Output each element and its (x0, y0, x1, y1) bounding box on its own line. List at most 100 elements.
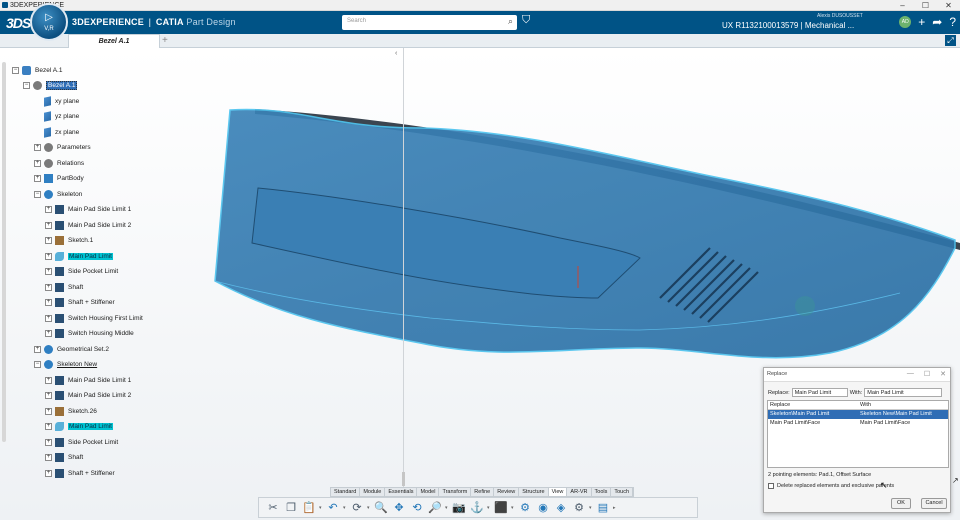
tree-node[interactable]: + Shaft (45, 452, 83, 464)
minimize-button[interactable]: – (891, 0, 914, 11)
tree-expander[interactable]: + (45, 469, 52, 477)
tree-node[interactable]: + Switch Housing Middle (45, 328, 134, 340)
chevron-down-icon[interactable]: ▾ (319, 505, 323, 511)
search-input[interactable]: Search ⌕ (342, 15, 517, 30)
tree-node[interactable]: yz plane (34, 111, 79, 123)
tree-node[interactable]: + Switch Housing First Limit (45, 312, 143, 324)
properties-icon[interactable]: ⚙ (517, 500, 533, 516)
tree-node[interactable]: + Main Pad Side Limit 1 (45, 374, 131, 386)
robot-handle[interactable] (795, 296, 815, 316)
cancel-button[interactable]: Cancel (921, 498, 947, 509)
tree-node[interactable]: − Bezel A.1 (23, 80, 78, 92)
material-icon[interactable]: ◉ (535, 500, 551, 516)
tree-expander[interactable]: + (45, 376, 52, 384)
tree-expander[interactable]: + (45, 237, 52, 244)
tag-icon[interactable]: ⛉ (522, 14, 530, 27)
tree-expander[interactable]: + (34, 159, 41, 167)
tree-expander[interactable]: + (45, 221, 52, 229)
replace-field[interactable]: Main Pad Limit (791, 388, 848, 397)
tree-node[interactable]: + Main Pad Side Limit 1 (45, 204, 131, 216)
section-tab[interactable]: Touch (611, 488, 634, 496)
tree-node[interactable]: + Parameters (34, 142, 91, 154)
tree-expander[interactable]: − (34, 361, 41, 368)
tree-expander[interactable]: + (45, 268, 52, 275)
tree-divider[interactable] (403, 48, 404, 488)
delete-replaced-checkbox[interactable] (768, 483, 774, 489)
section-tab[interactable]: Essentials (385, 488, 418, 496)
chevron-down-icon[interactable]: ▾ (589, 505, 593, 511)
chevron-down-icon[interactable]: ▾ (367, 505, 371, 511)
chevron-down-icon[interactable]: ▾ (487, 505, 491, 511)
tree-node[interactable]: + Main Pad Side Limit 2 (45, 219, 131, 231)
pan-icon[interactable]: ✥ (391, 500, 407, 516)
dialog-title-bar[interactable]: Replace — ☐ ✕ (764, 368, 950, 382)
compass-widget[interactable]: ▷ V,R (30, 3, 68, 41)
add-tab-button[interactable]: + (162, 34, 168, 47)
tree-expander[interactable]: + (45, 299, 52, 306)
compass-arrow-icon[interactable]: ↗ (952, 476, 959, 485)
viewport-scroll-handle[interactable] (402, 472, 405, 486)
tree-expander[interactable]: + (45, 407, 52, 415)
copy-icon[interactable]: ❐ (283, 500, 299, 516)
tree-node[interactable]: + Side Pocket Limit (45, 436, 118, 448)
close-icon[interactable]: ✕ (940, 370, 946, 378)
replace-table[interactable]: Replace With Skeleton\Main Pad Limit Ske… (767, 400, 949, 468)
tree-expander[interactable]: + (45, 454, 52, 461)
tree-node[interactable]: − Skeleton (34, 188, 82, 200)
section-tab[interactable]: Transform (439, 488, 472, 496)
undo-icon[interactable]: ↶ (325, 500, 341, 516)
rotate-icon[interactable]: ⟲ (409, 500, 425, 516)
tree-node[interactable]: xy plane (34, 95, 79, 107)
section-tab[interactable]: Module (360, 488, 386, 496)
avatar[interactable]: AD (899, 16, 912, 28)
tree-expander[interactable]: + (45, 438, 52, 446)
table-row[interactable]: Skeleton\Main Pad Limit Skeleton New\Mai… (768, 410, 948, 419)
measure-icon[interactable]: ◈ (553, 500, 569, 516)
tree-expander[interactable]: − (12, 66, 19, 74)
add-icon[interactable]: + (918, 14, 925, 30)
tree-node[interactable]: + Side Pocket Limit (45, 266, 118, 278)
tree-node[interactable]: − Skeleton New (34, 359, 97, 371)
settings-icon[interactable]: ⚙ (571, 500, 587, 516)
section-tab[interactable]: Standard (331, 488, 361, 496)
tab-bezel[interactable]: Bezel A.1 (68, 34, 160, 48)
tree-expander[interactable]: + (45, 252, 52, 260)
update-icon[interactable]: ⟳ (349, 500, 365, 516)
tree-node[interactable]: − Bezel A.1 (12, 64, 62, 76)
tree-expander[interactable]: − (34, 190, 41, 198)
chevron-down-icon[interactable]: ▾ (445, 505, 449, 511)
tree-node[interactable]: + Main Pad Side Limit 2 (45, 390, 131, 402)
share-icon[interactable]: ➦ (932, 14, 942, 30)
chevron-down-icon[interactable]: ▾ (343, 505, 347, 511)
with-field[interactable]: Main Pad Limit (864, 388, 943, 397)
maximize-icon[interactable]: ☐ (924, 370, 930, 378)
tree-node[interactable]: + Main Pad Limit (45, 421, 113, 433)
section-tab[interactable]: Structure (519, 488, 549, 496)
search-icon[interactable]: ⌕ (508, 16, 513, 27)
tree-expander[interactable]: + (45, 392, 52, 399)
tree-expander[interactable]: − (23, 82, 30, 89)
fullscreen-icon[interactable]: ⤢ (945, 35, 956, 46)
minimize-icon[interactable]: — (907, 370, 914, 378)
tree-scrollbar[interactable] (2, 62, 6, 442)
tree-expander[interactable]: + (34, 345, 41, 353)
collaborative-space-selector[interactable]: UX R1132100013579 | Mechanical ... (722, 21, 854, 30)
clipboard-icon[interactable]: ▤ (595, 500, 611, 516)
close-window-button[interactable]: ✕ (937, 0, 960, 11)
paste-icon[interactable]: 📋 (301, 500, 317, 516)
table-row[interactable]: Main Pad Limit\Face Main Pad Limit\Face (768, 419, 948, 428)
view-orientation-icon[interactable]: ⚓ (469, 500, 485, 516)
chevron-right-icon[interactable]: ▸ (613, 505, 617, 511)
section-tab[interactable]: View (548, 488, 568, 496)
section-tab[interactable]: Review (494, 488, 520, 496)
tree-node[interactable]: + Shaft (45, 281, 83, 293)
tree-node[interactable]: + Sketch.1 (45, 235, 93, 247)
chevron-down-icon[interactable]: ▾ (511, 505, 515, 511)
isometric-view-icon[interactable]: ⬛ (493, 500, 509, 516)
delete-replaced-option[interactable]: Delete replaced elements and exclusive p… (768, 483, 894, 489)
section-tab[interactable]: Model (417, 488, 440, 496)
ok-button[interactable]: OK (891, 498, 911, 509)
user-name[interactable]: Alexis DUSOUSSET (817, 13, 863, 19)
section-tab[interactable]: Refine (471, 488, 495, 496)
tree-node[interactable]: + Shaft + Stiffener (45, 297, 115, 309)
